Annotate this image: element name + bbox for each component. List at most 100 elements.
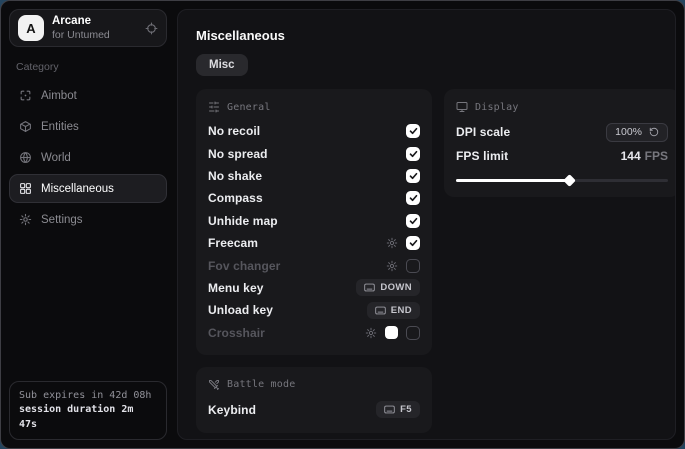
setting-row-keybind: Keybind F5 — [208, 398, 420, 422]
category-label: Category — [16, 61, 167, 73]
crosshair-checkbox[interactable] — [406, 326, 420, 340]
setting-label: Crosshair — [208, 326, 265, 340]
fps-number: 144 — [621, 149, 641, 163]
avatar: A — [18, 15, 44, 41]
sidebar: A Arcane for Untumed Category — [1, 1, 175, 448]
check-icon — [409, 194, 418, 202]
aimbot-scan-icon — [19, 89, 32, 102]
app-subtitle: for Untumed — [52, 29, 110, 41]
sidebar-item-label: World — [41, 152, 71, 164]
sidebar-item-miscellaneous[interactable]: Miscellaneous — [9, 174, 167, 203]
display-panel-title: Display — [475, 102, 519, 113]
no-shake-checkbox[interactable] — [406, 169, 420, 183]
app-header-card: A Arcane for Untumed — [9, 9, 167, 47]
subscription-info-card: Sub expires in 42d 08h session duration … — [9, 381, 167, 441]
setting-row-dpi-scale: DPI scale 100% — [456, 120, 668, 144]
general-panel-header: General — [208, 101, 420, 113]
battle-mode-panel-header: Battle mode — [208, 379, 420, 391]
page: A Arcane for Untumed Category — [0, 0, 685, 449]
slider-fill — [456, 179, 570, 182]
app-name: Arcane — [52, 15, 110, 28]
check-icon — [409, 127, 418, 135]
display-panel: Display DPI scale 100% — [444, 89, 676, 197]
setting-row-compass: Compass — [208, 187, 420, 209]
check-icon — [409, 217, 418, 225]
sidebar-item-label: Entities — [41, 121, 79, 133]
gear-icon[interactable] — [386, 237, 398, 249]
setting-row-no-recoil: No recoil — [208, 120, 420, 142]
keyboard-icon — [364, 283, 375, 292]
battle-mode-panel: Battle mode Keybind F5 — [196, 367, 432, 433]
battle-mode-panel-title: Battle mode — [227, 379, 295, 390]
setting-row-menu-key: Menu key DOWN — [208, 277, 420, 299]
entities-box-icon — [19, 120, 32, 133]
general-panel: General No recoil No spread No shake — [196, 89, 432, 355]
sidebar-item-settings[interactable]: Settings — [9, 205, 167, 234]
unhide-map-checkbox[interactable] — [406, 214, 420, 228]
world-globe-icon — [19, 151, 32, 164]
setting-row-crosshair: Crosshair — [208, 322, 420, 344]
setting-row-unhide-map: Unhide map — [208, 210, 420, 232]
no-spread-checkbox[interactable] — [406, 147, 420, 161]
app-meta: Arcane for Untumed — [52, 15, 110, 40]
slider-thumb[interactable] — [564, 174, 577, 187]
main-panel: Miscellaneous Misc General — [177, 9, 676, 440]
keyboard-icon — [384, 405, 395, 414]
rotate-ccw-icon[interactable] — [649, 127, 659, 137]
setting-label: Menu key — [208, 281, 264, 295]
fps-limit-slider[interactable] — [456, 174, 668, 186]
setting-label: Keybind — [208, 403, 256, 417]
gear-icon[interactable] — [386, 260, 398, 272]
setting-label: No shake — [208, 169, 262, 183]
app-window: A Arcane for Untumed Category — [0, 0, 685, 449]
tab-misc[interactable]: Misc — [196, 54, 248, 76]
battle-mode-key-binding[interactable]: F5 — [376, 401, 420, 418]
check-icon — [409, 172, 418, 180]
freecam-checkbox[interactable] — [406, 236, 420, 250]
crosshair-icon[interactable] — [145, 22, 158, 35]
unload-key-binding[interactable]: END — [367, 302, 420, 319]
check-icon — [409, 239, 418, 247]
page-title: Miscellaneous — [196, 28, 665, 43]
setting-label: Fov changer — [208, 259, 280, 273]
dpi-scale-value: 100% — [615, 126, 642, 138]
setting-row-fps-limit: FPS limit 144FPS — [456, 144, 668, 168]
sidebar-item-label: Aimbot — [41, 90, 77, 102]
compass-checkbox[interactable] — [406, 191, 420, 205]
gear-icon[interactable] — [365, 327, 377, 339]
miscellaneous-grid-icon — [19, 182, 32, 195]
sliders-icon — [208, 101, 220, 113]
left-column: General No recoil No spread No shake — [196, 89, 432, 433]
tab-bar: Misc — [196, 54, 665, 76]
sidebar-nav: Aimbot Entities Wo — [9, 81, 167, 236]
setting-label: Freecam — [208, 236, 258, 250]
swords-icon — [208, 379, 220, 391]
setting-row-no-spread: No spread — [208, 142, 420, 164]
sidebar-item-world[interactable]: World — [9, 143, 167, 172]
setting-label: DPI scale — [456, 125, 510, 139]
crosshair-color-swatch[interactable] — [385, 326, 398, 339]
setting-label: FPS limit — [456, 149, 508, 163]
sidebar-item-entities[interactable]: Entities — [9, 112, 167, 141]
right-column: Display DPI scale 100% — [444, 89, 676, 197]
monitor-icon — [456, 101, 468, 113]
settings-gear-icon — [19, 213, 32, 226]
menu-key-binding[interactable]: DOWN — [356, 279, 420, 296]
check-icon — [409, 150, 418, 158]
keyboard-icon — [375, 306, 386, 315]
setting-label: Unload key — [208, 303, 273, 317]
session-duration-text: session duration 2m 47s — [19, 403, 157, 432]
fps-limit-value: 144FPS — [621, 149, 668, 163]
no-recoil-checkbox[interactable] — [406, 124, 420, 138]
sub-expiry-text: Sub expires in 42d 08h — [19, 389, 157, 404]
display-panel-header: Display — [456, 101, 668, 113]
setting-label: No recoil — [208, 124, 260, 138]
sidebar-item-label: Settings — [41, 214, 83, 226]
sidebar-item-aimbot[interactable]: Aimbot — [9, 81, 167, 110]
key-label: END — [391, 305, 412, 316]
dpi-scale-control[interactable]: 100% — [606, 123, 668, 142]
key-label: F5 — [400, 404, 412, 415]
fov-changer-checkbox[interactable] — [406, 259, 420, 273]
key-label: DOWN — [380, 282, 412, 293]
setting-row-no-shake: No shake — [208, 165, 420, 187]
